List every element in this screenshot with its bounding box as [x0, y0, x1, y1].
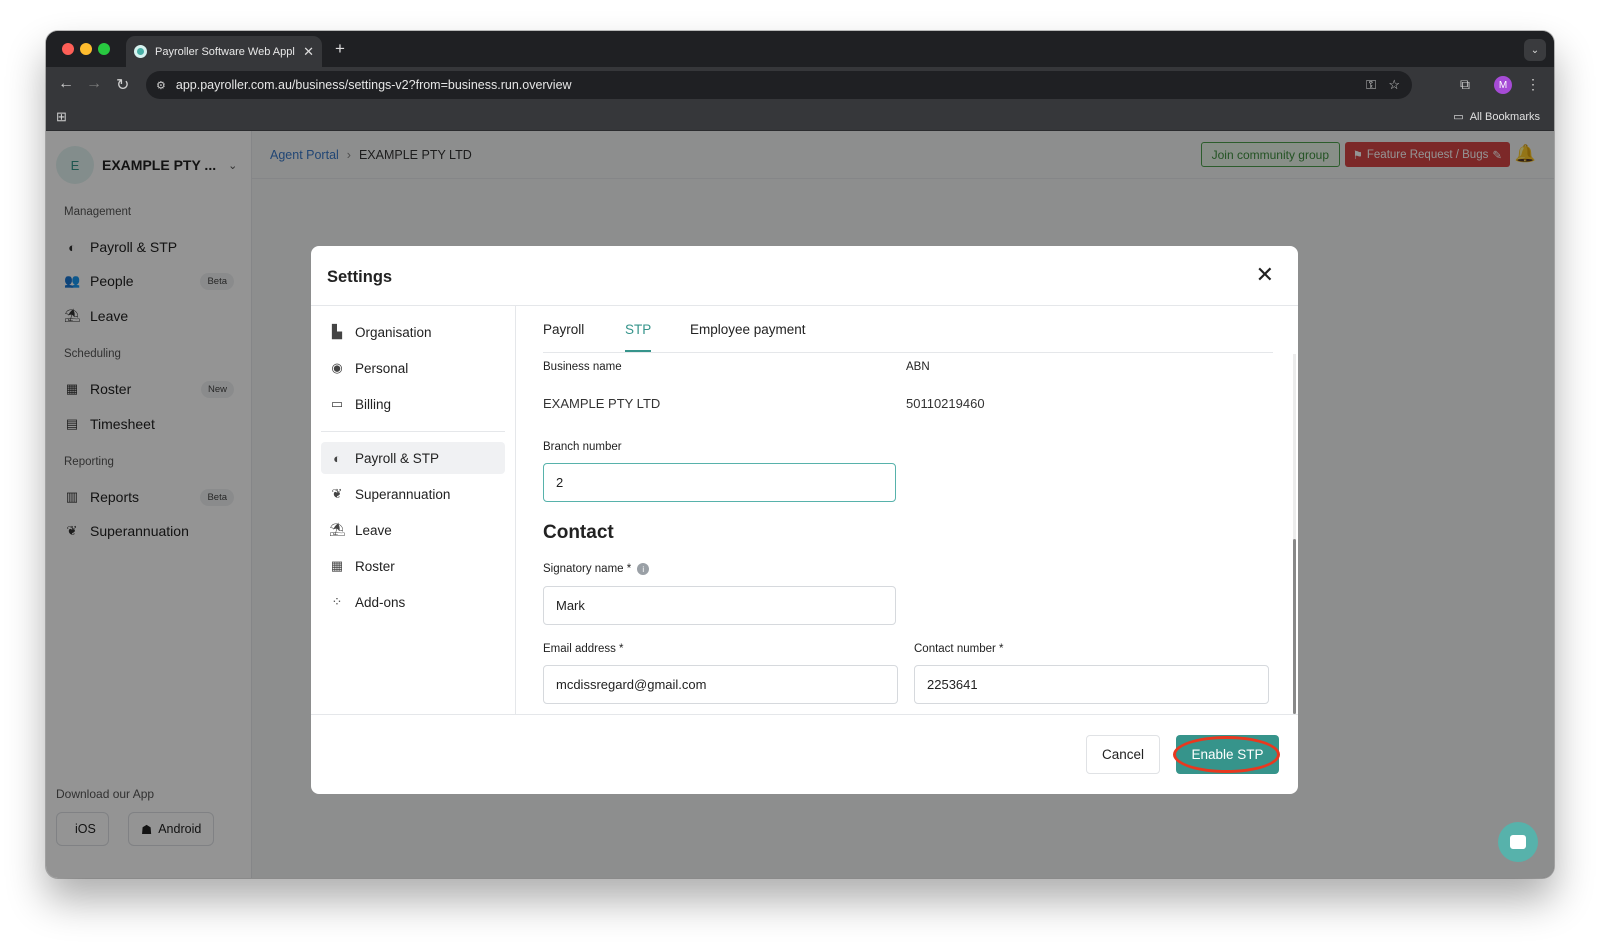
- tab-title: Payroller Software Web Appli: [155, 45, 296, 58]
- roster-icon: ▦: [330, 558, 344, 573]
- site-info-icon[interactable]: ⚙: [156, 79, 166, 92]
- email-label: Email address *: [543, 643, 624, 655]
- tab-employee-payment[interactable]: Employee payment: [690, 322, 806, 337]
- contact-number-label: Contact number *: [914, 643, 1004, 655]
- browser-toolbar: ← → ↻ ⚙ app.payroller.com.au/business/se…: [46, 67, 1554, 103]
- nav-label: Payroll & STP: [355, 450, 440, 466]
- nav-label: Personal: [355, 360, 409, 376]
- close-window-button[interactable]: [62, 43, 74, 55]
- bookmark-star-icon[interactable]: ☆: [1388, 77, 1400, 93]
- settings-nav-superannuation[interactable]: ❦ Superannuation: [321, 478, 505, 510]
- settings-nav-leave[interactable]: ⛱ Leave: [321, 514, 505, 546]
- browser-window: Payroller Software Web Appli ✕ + ⌄ ← → ↻…: [46, 31, 1554, 878]
- grid-icon: ⁘: [331, 594, 343, 609]
- settings-nav-organisation[interactable]: ▙ Organisation: [321, 316, 505, 348]
- nav-label: Superannuation: [355, 486, 451, 502]
- highlight-annotation: [1173, 736, 1280, 773]
- tab-payroll[interactable]: Payroll: [543, 322, 584, 337]
- signatory-name-input[interactable]: Mark: [543, 586, 896, 625]
- maximize-window-button[interactable]: [98, 43, 110, 55]
- leave-icon: ⛱: [329, 522, 346, 537]
- signatory-label-text: Signatory name *: [543, 563, 632, 576]
- nav-label: Organisation: [355, 324, 432, 340]
- url-text: app.payroller.com.au/business/settings-v…: [175, 78, 572, 92]
- settings-nav-addons[interactable]: ⁘ Add-ons: [321, 586, 505, 618]
- footer-divider: [311, 714, 1298, 715]
- abn-value: 50110219460: [906, 396, 985, 411]
- nav-label: Billing: [355, 396, 392, 412]
- info-icon[interactable]: i: [637, 563, 650, 575]
- minimize-window-button[interactable]: [80, 43, 92, 55]
- settings-nav-payroll-stp[interactable]: ◐ Payroll & STP: [321, 442, 505, 474]
- browser-tab[interactable]: Payroller Software Web Appli ✕: [126, 36, 322, 67]
- chat-icon: [1510, 835, 1526, 849]
- folder-icon: ▭: [1453, 111, 1464, 123]
- tab-search-icon[interactable]: ⌄: [1524, 39, 1546, 61]
- card-icon: ▭: [330, 396, 344, 411]
- tab-stp[interactable]: STP: [625, 322, 651, 337]
- settings-nav-billing[interactable]: ▭ Billing: [321, 388, 505, 420]
- profile-avatar[interactable]: M: [1494, 76, 1512, 94]
- cancel-button[interactable]: Cancel: [1086, 735, 1160, 774]
- branch-number-input[interactable]: 2: [543, 463, 896, 502]
- address-bar[interactable]: ⚙ app.payroller.com.au/business/settings…: [146, 71, 1412, 99]
- close-icon[interactable]: ✕: [1256, 262, 1274, 288]
- settings-nav-personal[interactable]: ◉ Personal: [321, 352, 505, 384]
- building-icon: ▙: [332, 324, 342, 339]
- apps-grid-icon[interactable]: ⊞: [56, 109, 67, 125]
- business-name-value: EXAMPLE PTY LTD: [543, 396, 661, 411]
- tab-strip: Payroller Software Web Appli ✕ + ⌄: [46, 31, 1554, 67]
- modal-title: Settings: [327, 268, 393, 286]
- all-bookmarks-button[interactable]: ▭ All Bookmarks: [1453, 110, 1540, 124]
- all-bookmarks-label: All Bookmarks: [1469, 110, 1540, 123]
- favicon-icon: [134, 45, 147, 58]
- nav-divider: [321, 431, 505, 432]
- active-tab-indicator: [625, 350, 651, 352]
- new-tab-icon[interactable]: +: [335, 39, 345, 59]
- settings-nav: ▙ Organisation ◉ Personal ▭ Billing ◐ Payrol…: [311, 306, 516, 714]
- nav-label: Roster: [355, 558, 395, 574]
- extensions-icon[interactable]: ⧉: [1460, 76, 1470, 93]
- branch-number-label: Branch number: [543, 441, 622, 453]
- signatory-name-label: Signatory name * i: [543, 563, 650, 576]
- contact-number-field[interactable]: 2253641: [914, 665, 1269, 704]
- close-tab-icon[interactable]: ✕: [303, 44, 314, 60]
- nav-label: Leave: [355, 522, 392, 538]
- chat-launcher-button[interactable]: [1498, 822, 1538, 862]
- settings-tabs: Payroll STP Employee payment: [543, 306, 1273, 353]
- back-icon[interactable]: ←: [58, 75, 74, 93]
- browser-menu-icon[interactable]: ⋮: [1526, 76, 1540, 93]
- nav-label: Add-ons: [355, 594, 406, 610]
- modal-scrollbar[interactable]: [1293, 354, 1296, 714]
- scrollbar-thumb[interactable]: [1293, 539, 1296, 714]
- user-icon: ◉: [331, 360, 343, 375]
- business-name-label: Business name: [543, 361, 622, 373]
- abn-label: ABN: [906, 361, 930, 373]
- contact-heading: Contact: [543, 522, 614, 543]
- password-key-icon[interactable]: ⚿: [1366, 77, 1376, 93]
- forward-icon[interactable]: →: [86, 75, 102, 93]
- piggybank-icon: ❦: [331, 486, 343, 501]
- settings-nav-roster[interactable]: ▦ Roster: [321, 550, 505, 582]
- bookmarks-bar: ⊞ ▭ All Bookmarks: [46, 103, 1554, 131]
- payroll-icon: ◐: [333, 450, 341, 466]
- app-page: E EXAMPLE PTY ... ⌄ Management ◐ Payroll …: [46, 131, 1554, 878]
- settings-modal: Settings ✕ ▙ Organisation ◉ Personal ▭ Bill…: [311, 246, 1298, 794]
- reload-icon[interactable]: ↻: [116, 75, 129, 95]
- email-field[interactable]: mcdissregard@gmail.com: [543, 665, 898, 704]
